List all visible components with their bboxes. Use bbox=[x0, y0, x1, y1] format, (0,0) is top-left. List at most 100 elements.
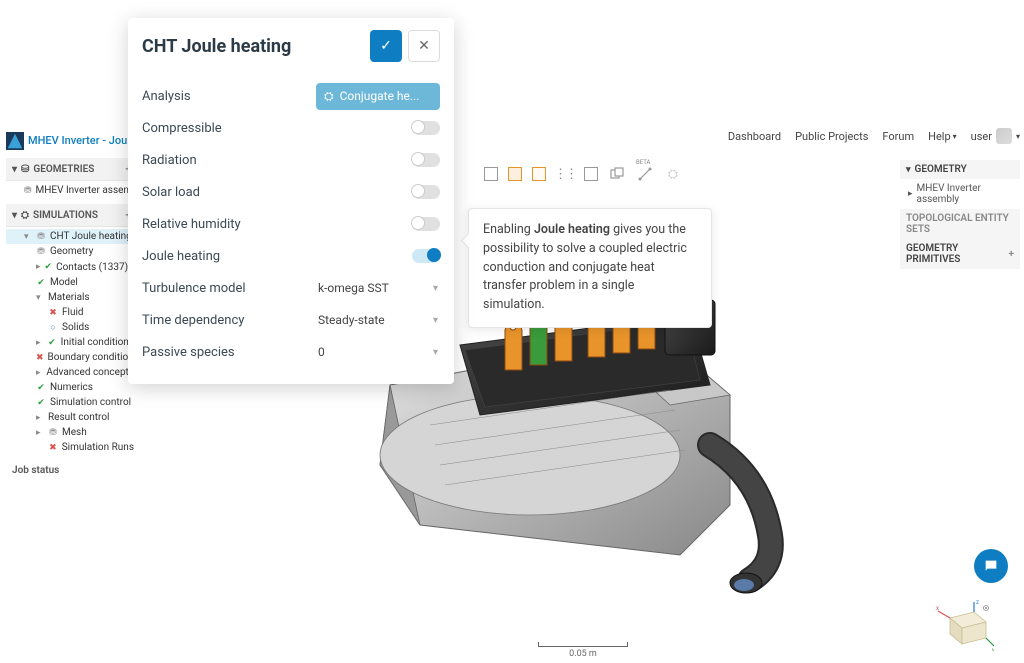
sim-fluid[interactable]: ✖Fluid bbox=[6, 305, 138, 320]
confirm-button[interactable]: ✓ bbox=[370, 30, 402, 62]
avatar bbox=[996, 128, 1012, 144]
sim-result-control[interactable]: ▸Result control bbox=[6, 410, 138, 425]
close-icon: ✕ bbox=[418, 38, 430, 54]
chevron-down-icon: ▾ bbox=[433, 347, 438, 358]
help-tooltip: Enabling Joule heating gives you the pos… bbox=[468, 208, 712, 328]
geometry-assembly-item[interactable]: ▸MHEV Inverter assembly bbox=[900, 179, 1020, 209]
chevron-down-icon: ▾ bbox=[12, 164, 17, 175]
geometry-section-header[interactable]: ▾GEOMETRY bbox=[900, 160, 1020, 179]
simulations-header[interactable]: ▾ ⛭ SIMULATIONS + bbox=[6, 204, 138, 227]
viewport-toolbar: BETA ⛭ bbox=[484, 165, 682, 183]
panel-title: CHT Joule heating bbox=[142, 36, 364, 57]
geometry-icon: ⛃ bbox=[24, 186, 32, 196]
chevron-down-icon: ▾ bbox=[1016, 132, 1020, 141]
analysis-type-button[interactable]: ⛭Conjugate he... bbox=[316, 83, 440, 110]
sim-solids[interactable]: ○Solids bbox=[6, 320, 138, 335]
geometries-icon: ⛁ bbox=[21, 164, 29, 175]
sim-contacts[interactable]: ▸✔Contacts (1337)Y bbox=[6, 259, 138, 275]
sim-model[interactable]: ✔Model bbox=[6, 275, 138, 290]
error-icon: ✖ bbox=[48, 443, 58, 453]
nav-user[interactable]: user▾ bbox=[971, 128, 1020, 144]
joule-heating-label: Joule heating bbox=[142, 249, 412, 264]
turbulence-label: Turbulence model bbox=[142, 281, 316, 296]
left-sidebar: ▾ ⛁ GEOMETRIES + ⛃MHEV Inverter assembly… bbox=[6, 158, 138, 480]
add-primitive-button[interactable]: + bbox=[1009, 249, 1015, 260]
sim-mesh[interactable]: ▸⛃Mesh bbox=[6, 425, 138, 440]
analysis-label: Analysis bbox=[142, 89, 316, 104]
view-wireframe-icon[interactable] bbox=[484, 167, 498, 181]
job-status-header[interactable]: Job status bbox=[6, 461, 138, 480]
sim-numerics[interactable]: ✔Numerics bbox=[6, 380, 138, 395]
sim-simulation-control[interactable]: ✔Simulation control bbox=[6, 395, 138, 410]
chevron-down-icon: ▾ bbox=[906, 165, 911, 175]
close-button[interactable]: ✕ bbox=[408, 30, 440, 62]
chevron-down-icon: ▾ bbox=[953, 132, 957, 141]
svg-text:z: z bbox=[976, 599, 979, 606]
time-dependency-select[interactable]: Steady-state▾ bbox=[316, 309, 440, 331]
scale-bar: 0.05 m bbox=[538, 642, 628, 659]
check-icon: ✔ bbox=[47, 338, 56, 348]
solar-load-label: Solar load bbox=[142, 185, 412, 200]
check-icon: ✔ bbox=[45, 262, 53, 272]
gear-icon: ⛭ bbox=[324, 89, 334, 104]
relative-humidity-label: Relative humidity bbox=[142, 217, 412, 232]
relative-humidity-toggle[interactable] bbox=[412, 217, 440, 231]
mesh-icon: ⛃ bbox=[48, 428, 58, 438]
circle-icon: ○ bbox=[48, 323, 58, 333]
compressible-toggle[interactable] bbox=[412, 121, 440, 135]
nav-forum[interactable]: Forum bbox=[882, 130, 914, 143]
view-section-icon[interactable] bbox=[608, 165, 626, 183]
nav-help[interactable]: Help▾ bbox=[928, 130, 957, 143]
sim-initial-conditions[interactable]: ▸✔Initial conditions bbox=[6, 335, 138, 350]
time-dependency-label: Time dependency bbox=[142, 313, 316, 328]
passive-species-label: Passive species bbox=[142, 345, 316, 360]
view-shaded2-icon[interactable] bbox=[532, 167, 546, 181]
sim-simulation-runs[interactable]: ✖Simulation Runs bbox=[6, 440, 138, 455]
chevron-down-icon: ▾ bbox=[433, 283, 438, 294]
passive-species-select[interactable]: 0▾ bbox=[316, 341, 440, 363]
simulations-icon: ⛭ bbox=[21, 210, 29, 221]
app-logo-icon bbox=[6, 132, 24, 150]
geometries-header[interactable]: ▾ ⛁ GEOMETRIES + bbox=[6, 158, 138, 181]
properties-panel: CHT Joule heating ✓ ✕ Analysis ⛭Conjugat… bbox=[128, 18, 454, 384]
view-points-icon[interactable] bbox=[556, 165, 574, 183]
chevron-down-icon: ▾ bbox=[433, 315, 438, 326]
top-nav: Dashboard Public Projects Forum Help▾ us… bbox=[728, 128, 1020, 144]
check-icon: ✔ bbox=[36, 278, 46, 288]
view-box-icon[interactable] bbox=[584, 167, 598, 181]
check-icon: ✔ bbox=[36, 383, 46, 393]
nav-dashboard[interactable]: Dashboard bbox=[728, 130, 781, 143]
svg-text:y: y bbox=[992, 647, 994, 651]
chat-icon bbox=[983, 558, 999, 574]
axes-gizmo[interactable]: x y z bbox=[934, 591, 994, 651]
topo-section-header[interactable]: TOPOLOGICAL ENTITY SETS bbox=[900, 209, 1020, 239]
sim-geometry[interactable]: ⛃Geometry bbox=[6, 244, 138, 259]
nav-public-projects[interactable]: Public Projects bbox=[795, 130, 868, 143]
sim-boundary-conditions[interactable]: ✖Boundary conditions bbox=[6, 350, 138, 365]
check-icon: ✓ bbox=[380, 38, 392, 54]
chevron-right-icon: ▸ bbox=[908, 189, 913, 199]
check-icon: ✔ bbox=[36, 398, 46, 408]
error-icon: ✖ bbox=[48, 308, 58, 318]
simulation-icon: ⛃ bbox=[36, 232, 46, 242]
radiation-toggle[interactable] bbox=[412, 153, 440, 167]
svg-text:x: x bbox=[936, 605, 939, 612]
solar-load-toggle[interactable] bbox=[412, 185, 440, 199]
radiation-label: Radiation bbox=[142, 153, 412, 168]
chevron-down-icon: ▾ bbox=[12, 210, 17, 221]
primitives-section-header[interactable]: GEOMETRY PRIMITIVES+ bbox=[900, 239, 1020, 269]
error-icon: ✖ bbox=[36, 353, 44, 363]
sim-advanced-concepts[interactable]: ▸Advanced concepts bbox=[6, 365, 138, 380]
sim-materials[interactable]: ▾Materials bbox=[6, 290, 138, 305]
geometry-icon: ⛃ bbox=[36, 247, 46, 257]
geometry-item[interactable]: ⛃MHEV Inverter assembly bbox=[6, 183, 138, 198]
view-measure-icon[interactable]: BETA bbox=[636, 165, 654, 183]
chat-button[interactable] bbox=[974, 549, 1008, 583]
view-shaded-icon[interactable] bbox=[508, 167, 522, 181]
turbulence-select[interactable]: k-omega SST▾ bbox=[316, 277, 440, 299]
compressible-label: Compressible bbox=[142, 121, 412, 136]
right-panel: ▾GEOMETRY ▸MHEV Inverter assembly TOPOLO… bbox=[900, 160, 1020, 269]
sim-cht-joule-heating[interactable]: ▾⛃CHT Joule heating bbox=[6, 229, 138, 244]
view-settings-icon[interactable]: ⛭ bbox=[664, 165, 682, 183]
joule-heating-toggle[interactable] bbox=[412, 249, 440, 263]
